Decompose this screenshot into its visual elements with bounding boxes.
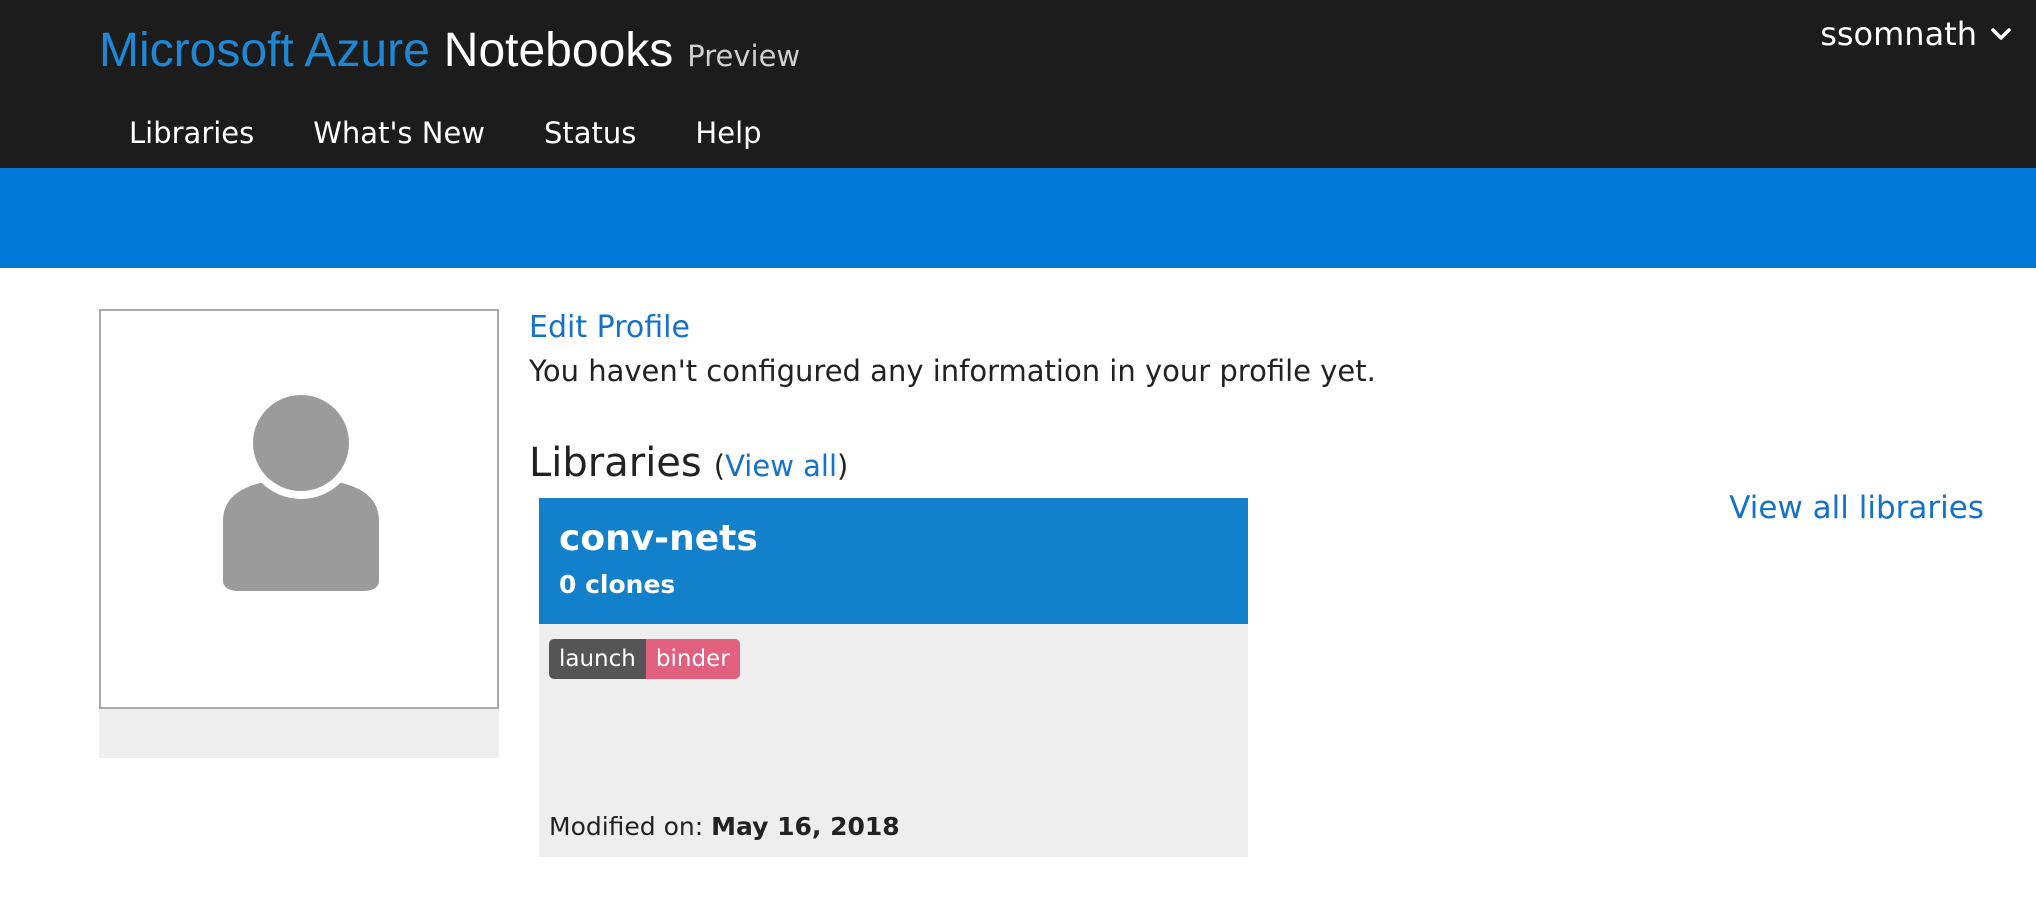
paren-open: ( [713,449,726,483]
modified-prefix: Modified on: [549,812,712,841]
view-all-libraries-link[interactable]: View all libraries [1729,490,1984,526]
user-name: ssomnath [1820,15,1977,53]
accent-banner [0,168,2036,268]
top-nav-bar: Microsoft Azure Notebooks Preview Librarie… [0,0,2036,168]
library-clone-count: 0 clones [559,570,676,599]
user-menu[interactable]: ssomnath [1820,14,2011,54]
avatar-footer [99,709,499,758]
library-card[interactable]: conv-nets 0 clones launch binder Modifie… [539,498,1248,857]
profile-avatar [99,309,499,709]
badge-launch-label: launch [549,639,646,679]
launch-binder-badge[interactable]: launch binder [549,639,740,679]
brand-microsoft-azure: Microsoft Azure [99,24,430,77]
brand-title[interactable]: Microsoft Azure Notebooks Preview [99,22,800,90]
profile-empty-message: You haven't configured any information i… [529,354,1376,388]
edit-profile-link[interactable]: Edit Profile [529,310,690,345]
user-avatar-icon [223,391,379,591]
paren-close: ) [837,449,849,483]
library-modified: Modified on: May 16, 2018 [549,812,900,841]
main-nav: Libraries What's New Status Help [129,112,821,154]
libraries-heading: Libraries (View all) [529,440,848,486]
brand-preview-label: Preview [687,39,801,73]
badge-binder-label: binder [645,639,740,679]
brand-notebooks: Notebooks [443,24,674,77]
library-card-header[interactable]: conv-nets 0 clones [539,498,1248,624]
nav-libraries[interactable]: Libraries [129,116,254,150]
libraries-title: Libraries [529,440,702,486]
view-all-link[interactable]: View all [725,449,837,483]
nav-status[interactable]: Status [544,116,636,150]
library-name[interactable]: conv-nets [559,518,758,559]
chevron-down-icon [1991,27,2011,41]
nav-help[interactable]: Help [695,116,761,150]
nav-whats-new[interactable]: What's New [313,116,485,150]
modified-date: May 16, 2018 [711,812,900,841]
